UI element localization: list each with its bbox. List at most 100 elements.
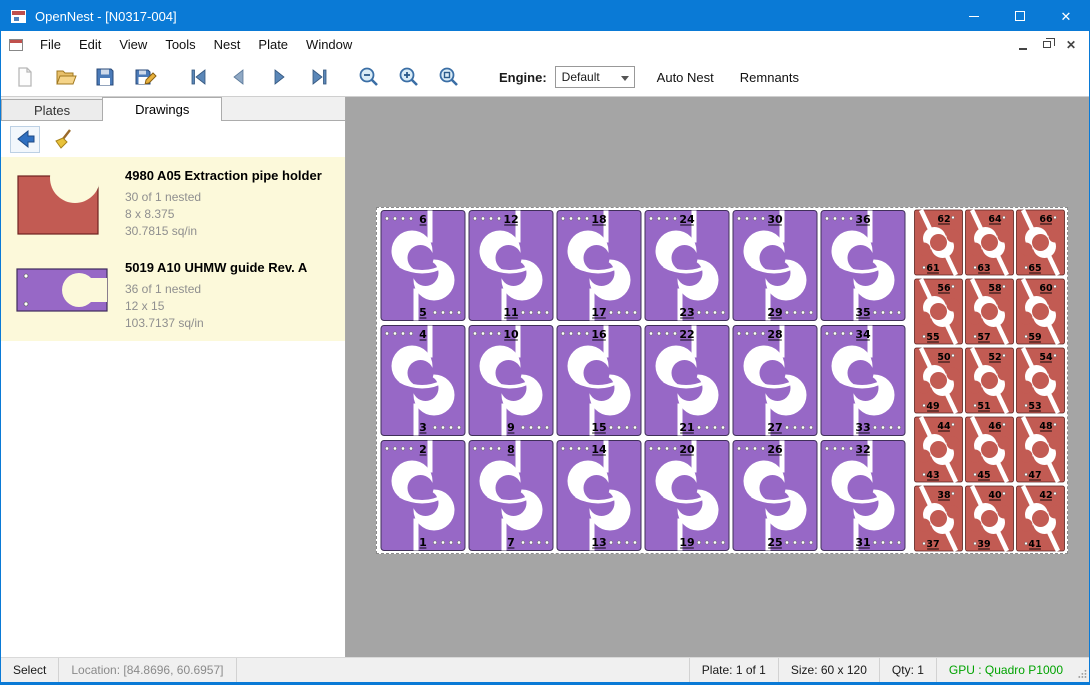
new-file-button[interactable] bbox=[9, 61, 41, 93]
menu-file[interactable]: File bbox=[31, 32, 70, 57]
close-button[interactable]: ✕ bbox=[1043, 1, 1089, 31]
svg-text:26: 26 bbox=[767, 443, 783, 456]
plate[interactable]: 6512111817242330293635431091615222128273… bbox=[376, 207, 1068, 554]
svg-text:2: 2 bbox=[419, 443, 427, 456]
svg-text:60: 60 bbox=[1039, 283, 1053, 294]
drawing-list-item[interactable]: 5019 A10 UHMW guide Rev. A 36 of 1 neste… bbox=[1, 249, 345, 341]
nest-canvas[interactable]: 6512111817242330293635431091615222128273… bbox=[346, 97, 1089, 657]
clean-drawings-button[interactable] bbox=[48, 126, 78, 153]
menu-view[interactable]: View bbox=[110, 32, 156, 57]
nested-part-pair-red[interactable]: 6059 bbox=[1017, 279, 1065, 344]
menu-edit[interactable]: Edit bbox=[70, 32, 110, 57]
nested-part-pair-purple[interactable]: 87 bbox=[469, 441, 553, 551]
nested-part-pair-purple[interactable]: 21 bbox=[381, 441, 465, 551]
nested-part-pair-purple[interactable]: 3029 bbox=[733, 211, 817, 321]
first-plate-button[interactable] bbox=[183, 61, 215, 93]
nested-part-pair-red[interactable]: 5453 bbox=[1017, 348, 1065, 413]
tab-plates[interactable]: Plates bbox=[1, 99, 103, 120]
menu-window[interactable]: Window bbox=[297, 32, 361, 57]
zoom-out-button[interactable] bbox=[353, 61, 385, 93]
menu-tools[interactable]: Tools bbox=[156, 32, 204, 57]
svg-text:23: 23 bbox=[679, 306, 694, 319]
nested-part-pair-red[interactable]: 58 57 bbox=[966, 279, 1014, 344]
drawing-nested-count: 30 of 1 nested bbox=[125, 189, 322, 206]
svg-text:50: 50 bbox=[937, 352, 951, 363]
nested-part-pair-red[interactable]: 5049 bbox=[915, 348, 963, 413]
nested-part-pair-purple[interactable]: 43 bbox=[381, 326, 465, 436]
save-as-button[interactable] bbox=[129, 61, 161, 93]
maximize-button[interactable] bbox=[997, 1, 1043, 31]
svg-text:52: 52 bbox=[988, 352, 1001, 363]
nested-part-pair-purple[interactable]: 1817 bbox=[557, 211, 641, 321]
nested-part-pair-purple[interactable]: 24 23 bbox=[645, 211, 729, 321]
nest-plate-svg[interactable]: 6512111817242330293635431091615222128273… bbox=[377, 208, 1067, 553]
nested-part-pair-red[interactable]: 5251 bbox=[966, 348, 1014, 413]
nested-part-pair-purple[interactable]: 2827 bbox=[733, 326, 817, 436]
status-bar: Select Location: [84.8696, 60.6957] Plat… bbox=[1, 657, 1089, 682]
drawing-list-item[interactable]: 4980 A05 Extraction pipe holder 30 of 1 … bbox=[1, 157, 345, 249]
svg-text:53: 53 bbox=[1028, 401, 1041, 412]
svg-text:30: 30 bbox=[767, 213, 783, 226]
menu-plate[interactable]: Plate bbox=[249, 32, 297, 57]
status-mode: Select bbox=[1, 658, 59, 682]
svg-text:4: 4 bbox=[419, 328, 427, 341]
engine-dropdown[interactable]: Default bbox=[555, 66, 635, 88]
nested-part-pair-purple[interactable]: 26 25 bbox=[733, 441, 817, 551]
svg-text:58: 58 bbox=[988, 283, 1002, 294]
nested-part-pair-purple[interactable]: 1211 bbox=[469, 211, 553, 321]
nested-part-pair-red[interactable]: 4645 bbox=[966, 417, 1014, 482]
nested-part-pair-purple[interactable]: 3231 bbox=[821, 441, 905, 551]
tab-drawings[interactable]: Drawings bbox=[102, 97, 222, 121]
nested-part-pair-purple[interactable]: 1615 bbox=[557, 326, 641, 436]
zoom-fit-button[interactable] bbox=[433, 61, 465, 93]
menu-nest[interactable]: Nest bbox=[205, 32, 250, 57]
nested-part-pair-red[interactable]: 4443 bbox=[915, 417, 963, 482]
svg-text:12: 12 bbox=[503, 213, 518, 226]
nested-part-pair-red[interactable]: 5655 bbox=[915, 279, 963, 344]
nested-part-pair-red[interactable]: 4847 bbox=[1017, 417, 1065, 482]
zoom-in-button[interactable] bbox=[393, 61, 425, 93]
open-file-button[interactable] bbox=[49, 61, 81, 93]
nested-part-pair-red[interactable]: 6261 bbox=[915, 210, 963, 275]
nested-part-pair-purple[interactable]: 65 bbox=[381, 211, 465, 321]
status-qty: Qty: 1 bbox=[879, 658, 936, 682]
nested-part-pair-purple[interactable]: 109 bbox=[469, 326, 553, 436]
svg-text:25: 25 bbox=[767, 536, 782, 549]
svg-text:28: 28 bbox=[767, 328, 782, 341]
import-drawing-button[interactable] bbox=[10, 126, 40, 153]
remnants-button[interactable]: Remnants bbox=[736, 66, 803, 89]
nested-part-pair-red[interactable]: 4241 bbox=[1017, 486, 1065, 551]
zoom-fit-icon bbox=[437, 65, 461, 89]
body-area: Plates Drawings bbox=[1, 97, 1089, 657]
nested-part-pair-red[interactable]: 6463 bbox=[966, 210, 1014, 275]
nested-part-pair-red[interactable]: 3837 bbox=[915, 486, 963, 551]
save-icon bbox=[93, 65, 117, 89]
drawing-title: 5019 A10 UHMW guide Rev. A bbox=[125, 260, 307, 275]
nested-part-pair-purple[interactable]: 2221 bbox=[645, 326, 729, 436]
save-button[interactable] bbox=[89, 61, 121, 93]
zoom-out-icon bbox=[357, 65, 381, 89]
previous-plate-button[interactable] bbox=[223, 61, 255, 93]
mdi-restore-button[interactable] bbox=[1037, 36, 1057, 54]
next-plate-button[interactable] bbox=[263, 61, 295, 93]
auto-nest-button[interactable]: Auto Nest bbox=[653, 66, 718, 89]
resize-grip[interactable] bbox=[1075, 658, 1089, 682]
nested-part-pair-red[interactable]: 6665 bbox=[1017, 210, 1065, 275]
nested-part-pair-purple[interactable]: 1413 bbox=[557, 441, 641, 551]
minimize-button[interactable] bbox=[951, 1, 997, 31]
nested-part-pair-purple[interactable]: 2019 bbox=[645, 441, 729, 551]
close-icon: ✕ bbox=[1061, 10, 1072, 23]
nested-part-pair-red[interactable]: 4039 bbox=[966, 486, 1014, 551]
svg-text:57: 57 bbox=[977, 332, 990, 343]
svg-text:24: 24 bbox=[679, 213, 695, 226]
nested-part-pair-purple[interactable]: 3635 bbox=[821, 211, 905, 321]
mdi-close-button[interactable]: ✕ bbox=[1061, 36, 1081, 54]
svg-text:48: 48 bbox=[1039, 421, 1053, 432]
mdi-minimize-button[interactable] bbox=[1013, 36, 1033, 54]
last-plate-button[interactable] bbox=[303, 61, 335, 93]
svg-text:41: 41 bbox=[1028, 539, 1041, 550]
nested-part-pair-purple[interactable]: 3433 bbox=[821, 326, 905, 436]
document-window-icon bbox=[9, 39, 23, 51]
open-folder-icon bbox=[53, 65, 77, 89]
drawings-toolbar bbox=[1, 121, 345, 157]
